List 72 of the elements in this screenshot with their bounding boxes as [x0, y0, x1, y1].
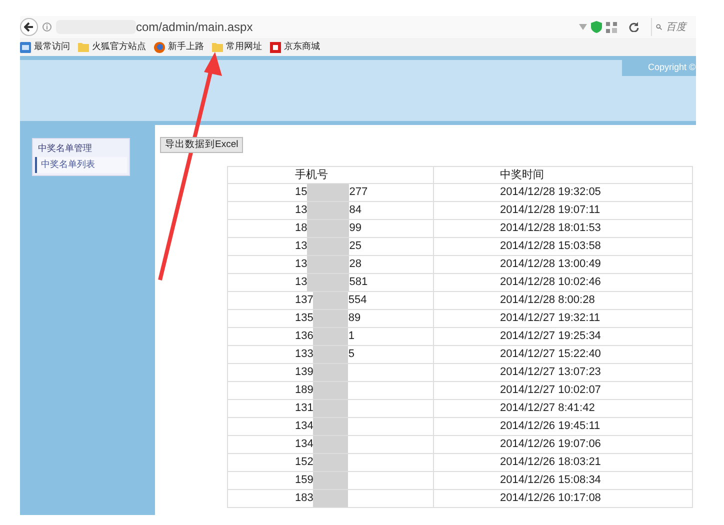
- bookmark-link[interactable]: 最常访问: [34, 40, 70, 54]
- phone-number-part: 133: [295, 349, 314, 360]
- phone-number-part: 99: [349, 223, 362, 234]
- copyright-text: Copyright ©: [648, 61, 696, 74]
- phone-number-part: 581: [349, 277, 368, 288]
- phone-number-part: 189: [295, 385, 314, 396]
- phone-number-part: 1: [348, 331, 354, 342]
- qr-code-icon[interactable]: [606, 22, 617, 32]
- back-button[interactable]: [20, 18, 38, 36]
- bookmark-link[interactable]: 常用网址: [226, 40, 262, 54]
- phone-number-part: 25: [349, 241, 362, 252]
- win-time: 2014/12/27 10:02:07: [500, 384, 601, 396]
- phone-number-part: 13: [295, 259, 308, 270]
- column-header: 手机号: [228, 166, 434, 184]
- phone-number-part: 89: [348, 313, 361, 324]
- phone-number-part: 15: [295, 187, 308, 198]
- search-field[interactable]: 百度: [651, 18, 696, 36]
- search-icon: [656, 22, 662, 32]
- phone-number-part: 28: [349, 259, 362, 270]
- phone-number-part: 277: [349, 187, 368, 198]
- win-time: 2014/12/27 15:22:40: [500, 348, 601, 360]
- phone-number-part: 13: [295, 241, 308, 252]
- win-time: 2014/12/26 10:17:08: [500, 492, 601, 504]
- jd-square-icon: [270, 42, 281, 52]
- phone-number-part: 136: [295, 331, 314, 342]
- column-header: 中奖时间: [434, 166, 692, 184]
- folder-icon: [78, 42, 89, 52]
- win-time: 2014/12/28 15:03:58: [500, 240, 601, 252]
- bookmark-link[interactable]: 火狐官方站点: [92, 40, 146, 54]
- menu-item[interactable]: 中奖名单列表: [35, 157, 127, 173]
- phone-number-part: 137: [295, 295, 314, 306]
- bookmark-link[interactable]: 京东商城: [284, 40, 320, 54]
- phone-number-part: 134: [295, 439, 314, 450]
- win-time: 2014/12/28 8:00:28: [500, 294, 595, 306]
- phone-number-part: 18: [295, 223, 308, 234]
- phone-number-part: 13: [295, 277, 308, 288]
- phone-number-part: 183: [295, 493, 314, 504]
- phone-number-part: 135: [295, 313, 314, 324]
- win-time: 2014/12/26 19:45:11: [500, 420, 600, 432]
- win-time: 2014/12/28 19:32:05: [500, 186, 601, 198]
- globe-icon: [154, 42, 165, 52]
- address-text[interactable]: com/admin/main.aspx: [136, 18, 253, 36]
- phone-number-part: 131: [295, 403, 314, 414]
- info-icon[interactable]: [42, 22, 52, 32]
- bookmark-link[interactable]: 新手上路: [168, 40, 204, 54]
- phone-number-part: 554: [348, 295, 367, 306]
- win-time: 2014/12/28 19:07:11: [500, 204, 600, 216]
- phone-number-part: 159: [295, 475, 314, 486]
- win-time: 2014/12/26 19:07:06: [500, 438, 601, 450]
- win-time: 2014/12/27 13:07:23: [500, 366, 601, 378]
- phone-number-part: 13: [295, 205, 308, 216]
- phone-number-part: 152: [295, 457, 314, 468]
- phone-number-part: 134: [295, 421, 314, 432]
- win-time: 2014/12/28 18:01:53: [500, 222, 601, 234]
- phone-number-part: 139: [295, 367, 314, 378]
- win-time: 2014/12/28 10:02:46: [500, 276, 601, 288]
- phone-number-part: 5: [348, 349, 354, 360]
- shield-icon[interactable]: [591, 21, 602, 33]
- win-time: 2014/12/26 15:08:34: [500, 474, 601, 486]
- win-time: 2014/12/27 19:25:34: [500, 330, 601, 342]
- win-time: 2014/12/28 13:00:49: [500, 258, 601, 270]
- dropdown-icon[interactable]: [579, 24, 587, 30]
- win-time: 2014/12/26 18:03:21: [500, 456, 601, 468]
- page-icon: [20, 42, 31, 52]
- phone-number-part: 84: [349, 205, 362, 216]
- win-time: 2014/12/27 8:41:42: [500, 402, 595, 414]
- win-time: 2014/12/27 19:32:11: [500, 312, 600, 324]
- back-arrow-icon: [24, 22, 34, 32]
- reload-icon[interactable]: [629, 22, 639, 32]
- export-button[interactable]: 导出数据到Excel: [160, 136, 244, 153]
- menu-title: 中奖名单管理: [37, 142, 93, 156]
- search-input[interactable]: 百度: [666, 20, 696, 34]
